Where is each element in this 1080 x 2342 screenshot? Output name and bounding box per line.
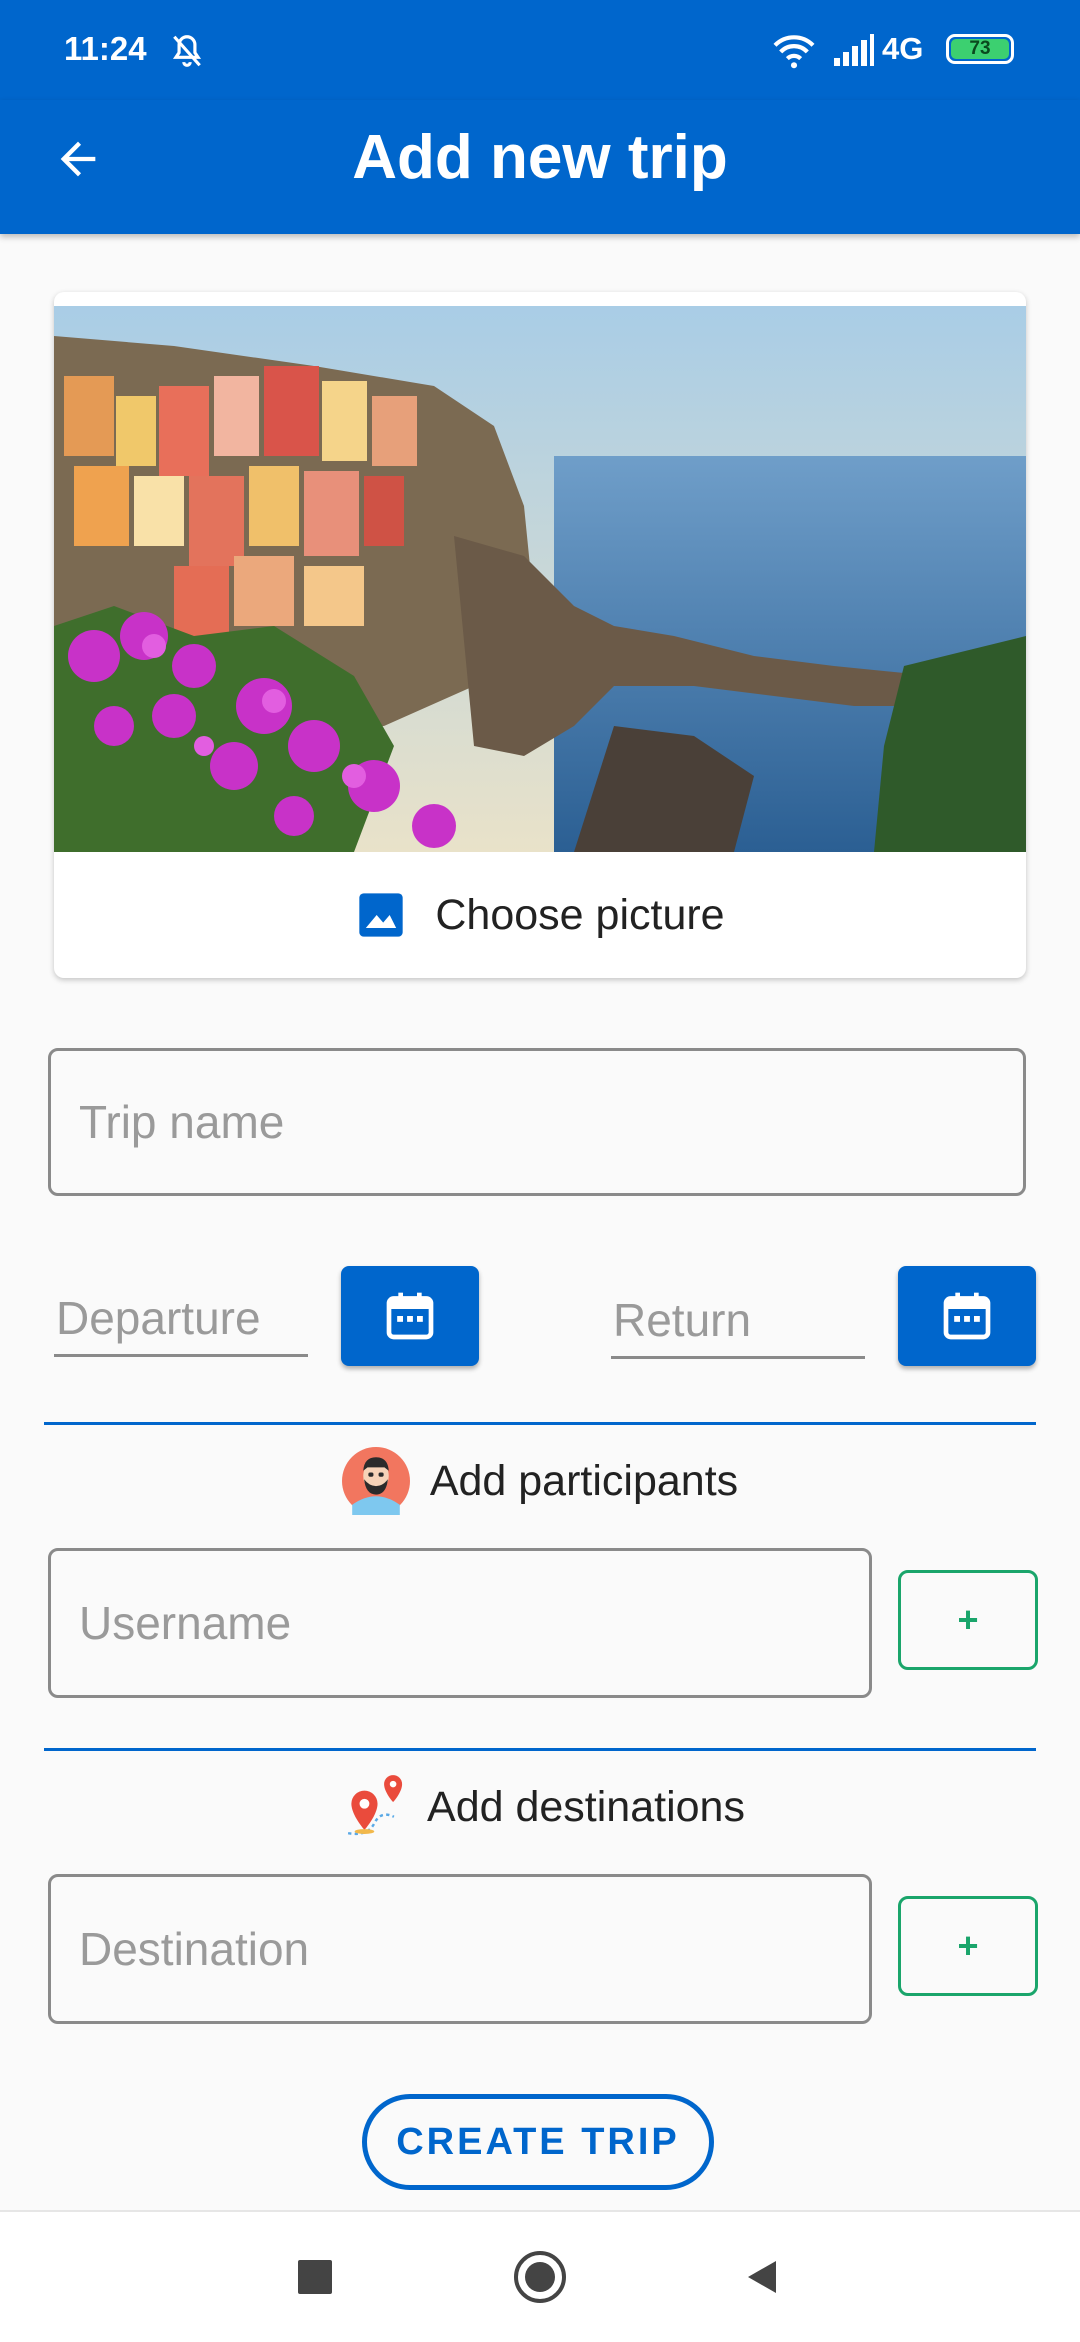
add-participants-label: Add participants	[429, 1456, 739, 1505]
trip-photo	[54, 306, 1026, 852]
trip-name-field[interactable]	[48, 1048, 1026, 1196]
picture-card: Choose picture	[54, 292, 1026, 978]
participants-divider	[44, 1422, 1036, 1425]
notifications-off-icon	[172, 35, 202, 67]
departure-input[interactable]	[54, 1282, 308, 1354]
battery-indicator: 73	[946, 34, 1014, 64]
participants-heading: Add participants	[0, 1446, 1080, 1516]
return-field[interactable]	[611, 1284, 865, 1359]
nav-square-icon[interactable]	[298, 2260, 332, 2294]
departure-date-button[interactable]	[341, 1266, 479, 1366]
app-bar: Add new trip	[0, 100, 1080, 234]
network-type: 4G	[882, 31, 924, 66]
add-participant-button[interactable]: +	[898, 1570, 1038, 1670]
image-icon	[359, 893, 404, 937]
username-field[interactable]	[48, 1548, 872, 1698]
calendar-icon	[943, 1292, 991, 1340]
wifi-icon	[773, 35, 815, 69]
page-title: Add new trip	[352, 123, 728, 192]
return-date-button[interactable]	[898, 1266, 1036, 1366]
avatar-icon	[341, 1447, 410, 1515]
username-input[interactable]	[51, 1551, 869, 1695]
choose-picture-label: Choose picture	[435, 890, 725, 939]
choose-picture-button[interactable]: Choose picture	[54, 852, 1026, 978]
destination-field[interactable]	[48, 1874, 872, 2024]
status-time: 11:24	[64, 30, 147, 67]
trip-name-input[interactable]	[51, 1051, 1023, 1193]
return-input[interactable]	[611, 1284, 865, 1356]
nav-home-icon[interactable]	[514, 2251, 566, 2303]
map-pin-icon	[347, 1775, 403, 1836]
navigation-bar	[0, 2210, 1080, 2342]
status-bar: 11:24 4G 73	[0, 0, 1080, 100]
add-destinations-label: Add destinations	[427, 1782, 745, 1831]
destinations-heading: Add destinations	[0, 1772, 1080, 1842]
calendar-icon	[386, 1292, 434, 1340]
create-trip-button[interactable]: CREATE TRIP	[362, 2094, 714, 2190]
nav-back-icon[interactable]	[742, 2256, 782, 2298]
add-destination-button[interactable]: +	[898, 1896, 1038, 1996]
departure-field[interactable]	[54, 1282, 308, 1357]
destinations-divider	[44, 1748, 1036, 1751]
destination-input[interactable]	[51, 1877, 869, 2021]
signal-icon	[834, 34, 874, 66]
battery-level: 73	[969, 38, 991, 59]
